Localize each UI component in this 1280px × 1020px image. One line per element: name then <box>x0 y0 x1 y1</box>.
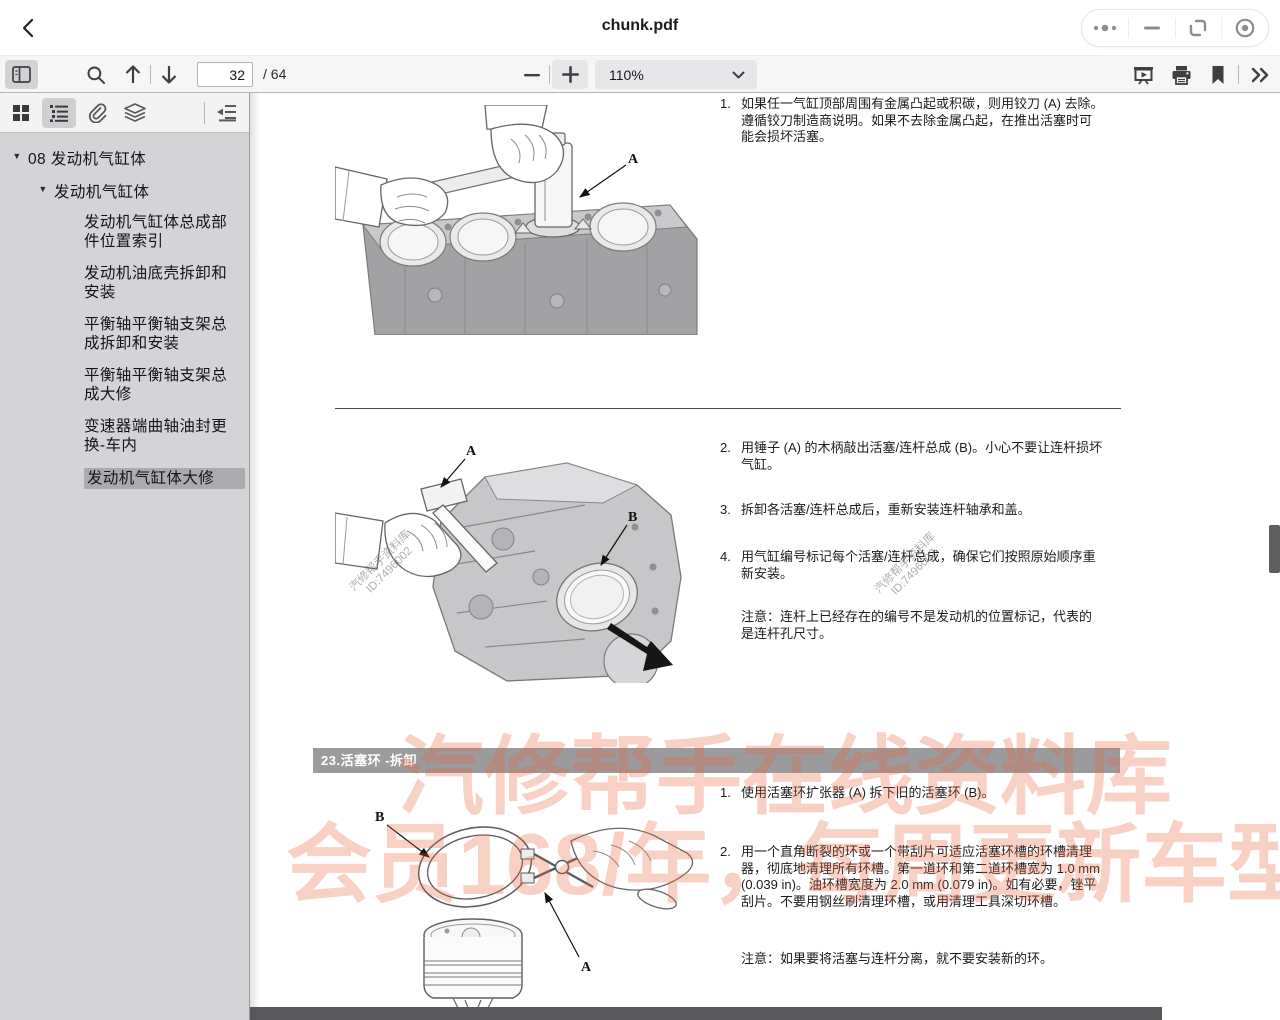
figure-label-a: A <box>466 444 477 459</box>
outline-icon <box>49 104 69 122</box>
toolbar-separator <box>1238 65 1239 84</box>
find-button[interactable] <box>82 60 110 89</box>
step-text: 拆卸各活塞/连杆总成后，重新安装连杆轴承和盖。 <box>741 502 1104 519</box>
figure-label-b: B <box>628 510 637 525</box>
window-controls-capsule <box>1081 9 1269 47</box>
more-tools-button[interactable] <box>1246 60 1276 89</box>
outline-tree: ▼ 08 发动机气缸体 ▼ 发动机气缸体 发动机气缸体总成部件位置索引 发动机油… <box>0 133 249 1020</box>
step-text: 如果任一气缸顶部周围有金属凸起或积碳，则用铰刀 (A) 去除。遵循铰刀制造商说明… <box>741 96 1104 146</box>
restore-button[interactable] <box>1176 10 1222 46</box>
thumbnails-icon <box>12 104 30 122</box>
step-number: 2. <box>720 844 741 910</box>
section-header: 23.活塞环 -拆卸 <box>313 748 1120 773</box>
outline-item[interactable]: 变速器端曲轴油封更换-车内 <box>84 417 238 455</box>
thumbnails-view-button[interactable] <box>4 98 38 128</box>
search-icon <box>86 65 106 85</box>
current-outline-item-icon <box>215 104 237 122</box>
sidebar-tools-separator <box>204 102 205 124</box>
current-outline-item-button[interactable] <box>209 98 243 128</box>
step-2: 2. 用锤子 (A) 的木柄敲出活塞/连杆总成 (B)。小心不要让连杆损坏气缸。 <box>720 440 1104 473</box>
plus-icon <box>562 66 579 83</box>
figure-label-b: B <box>375 810 384 825</box>
step-4: 4. 用气缸编号标记每个活塞/连杆总成，确保它们按照原始顺序重新安装。 <box>720 549 1104 582</box>
toolbar-separator <box>549 65 550 84</box>
section-separator-line <box>335 408 1121 409</box>
arrow-down-icon <box>160 64 178 85</box>
figure-label-a: A <box>581 960 592 975</box>
caret-down-icon[interactable]: ▼ <box>6 147 28 161</box>
presentation-icon <box>1133 65 1154 85</box>
step-number: 1. <box>720 96 741 146</box>
figure-reamer-engine-block: A <box>335 105 700 335</box>
pdf-toolbar: / 64 110% <box>0 56 1280 93</box>
minus-icon <box>524 73 540 77</box>
note-new-rings: 注意：如果要将活塞与连杆分离，就不要安装新的环。 <box>741 951 1104 968</box>
outline-item-level2[interactable]: ▼ 发动机气缸体 <box>0 180 249 202</box>
previous-page-button[interactable] <box>119 60 147 89</box>
page-count-label: / 64 <box>263 66 286 82</box>
outline-item[interactable]: 发动机气缸体总成部件位置索引 <box>84 213 238 251</box>
step-3: 3. 拆卸各活塞/连杆总成后，重新安装连杆轴承和盖。 <box>720 502 1104 519</box>
circle-dot-icon <box>1234 17 1256 39</box>
page-number-input[interactable] <box>197 62 253 87</box>
caret-down-icon[interactable]: ▼ <box>32 180 54 194</box>
zoom-in-button[interactable] <box>552 60 588 89</box>
print-button[interactable] <box>1166 60 1196 89</box>
step-number: 4. <box>720 549 741 582</box>
next-section-bar <box>250 1007 1162 1020</box>
step-number: 3. <box>720 502 741 519</box>
sidebar-toggle-icon <box>12 66 31 83</box>
figure-ring-expander: B A <box>335 795 700 1010</box>
step-text: 用气缸编号标记每个活塞/连杆总成，确保它们按照原始顺序重新安装。 <box>741 549 1104 582</box>
outline-item-label: 08 发动机气缸体 <box>28 147 146 169</box>
step-number: 2. <box>720 440 741 473</box>
step-number: 1. <box>720 785 741 802</box>
layers-icon <box>123 103 147 123</box>
step-23-2: 2. 用一个直角断裂的环或一个带刮片可适应活塞环槽的环槽清理器，彻底地清理所有环… <box>720 844 1104 910</box>
restore-icon <box>1188 18 1208 38</box>
step-1: 1. 如果任一气缸顶部周围有金属凸起或积碳，则用铰刀 (A) 去除。遵循铰刀制造… <box>720 96 1104 146</box>
bookmark-icon <box>1210 65 1226 85</box>
sidebar-toggle-button[interactable] <box>5 60 38 89</box>
chevron-down-icon <box>732 71 745 79</box>
presentation-mode-button[interactable] <box>1128 60 1158 89</box>
bookmark-button[interactable] <box>1204 60 1232 89</box>
step-23-1: 1. 使用活塞环扩张器 (A) 拆下旧的活塞环 (B)。 <box>720 785 1104 802</box>
vertical-scrollbar-thumb[interactable] <box>1269 525 1280 573</box>
minimize-button[interactable] <box>1129 10 1175 46</box>
attachments-view-button[interactable] <box>80 98 114 128</box>
outline-item[interactable]: 平衡轴平衡轴支架总成大修 <box>84 366 238 404</box>
layers-view-button[interactable] <box>118 98 152 128</box>
minimize-icon <box>1143 25 1161 31</box>
more-options-button[interactable] <box>1082 10 1128 46</box>
sidebar-shadow <box>250 93 260 1020</box>
sidebar-view-switcher <box>0 93 249 133</box>
next-page-button[interactable] <box>155 60 183 89</box>
outline-item-selected[interactable]: 发动机气缸体大修 <box>84 468 245 489</box>
quit-button[interactable] <box>1222 10 1268 46</box>
figure-hammer-piston: A B <box>335 435 700 683</box>
title-bar: chunk.pdf <box>0 0 1280 56</box>
zoom-out-button[interactable] <box>517 60 547 89</box>
note-connecting-rod: 注意：连杆上已经存在的编号不是发动机的位置标记，代表的是连杆孔尺寸。 <box>741 609 1104 642</box>
paperclip-icon <box>87 103 107 123</box>
zoom-level-value: 110% <box>609 67 732 83</box>
step-text: 使用活塞环扩张器 (A) 拆下旧的活塞环 (B)。 <box>741 785 1104 802</box>
toolbar-separator <box>150 65 151 84</box>
outline-view-button[interactable] <box>42 98 76 128</box>
step-text: 用一个直角断裂的环或一个带刮片可适应活塞环槽的环槽清理器，彻底地清理所有环槽。第… <box>741 844 1104 910</box>
outline-item[interactable]: 发动机油底壳拆卸和安装 <box>84 264 238 302</box>
figure-label-a: A <box>628 152 639 167</box>
outline-item-label: 发动机气缸体 <box>54 180 149 202</box>
more-dots-icon <box>1092 23 1118 33</box>
zoom-level-select[interactable]: 110% <box>595 60 757 89</box>
pdf-page: 1. 如果任一气缸顶部周围有金属凸起或积碳，则用铰刀 (A) 去除。遵循铰刀制造… <box>250 93 1280 1020</box>
double-chevron-right-icon <box>1251 67 1271 83</box>
sidebar: ▼ 08 发动机气缸体 ▼ 发动机气缸体 发动机气缸体总成部件位置索引 发动机油… <box>0 93 250 1020</box>
outline-item[interactable]: 平衡轴平衡轴支架总成拆卸和安装 <box>84 315 238 353</box>
print-icon <box>1171 65 1192 85</box>
step-text: 用锤子 (A) 的木柄敲出活塞/连杆总成 (B)。小心不要让连杆损坏气缸。 <box>741 440 1104 473</box>
outline-item-level1[interactable]: ▼ 08 发动机气缸体 <box>0 147 249 169</box>
arrow-up-icon <box>124 64 142 85</box>
